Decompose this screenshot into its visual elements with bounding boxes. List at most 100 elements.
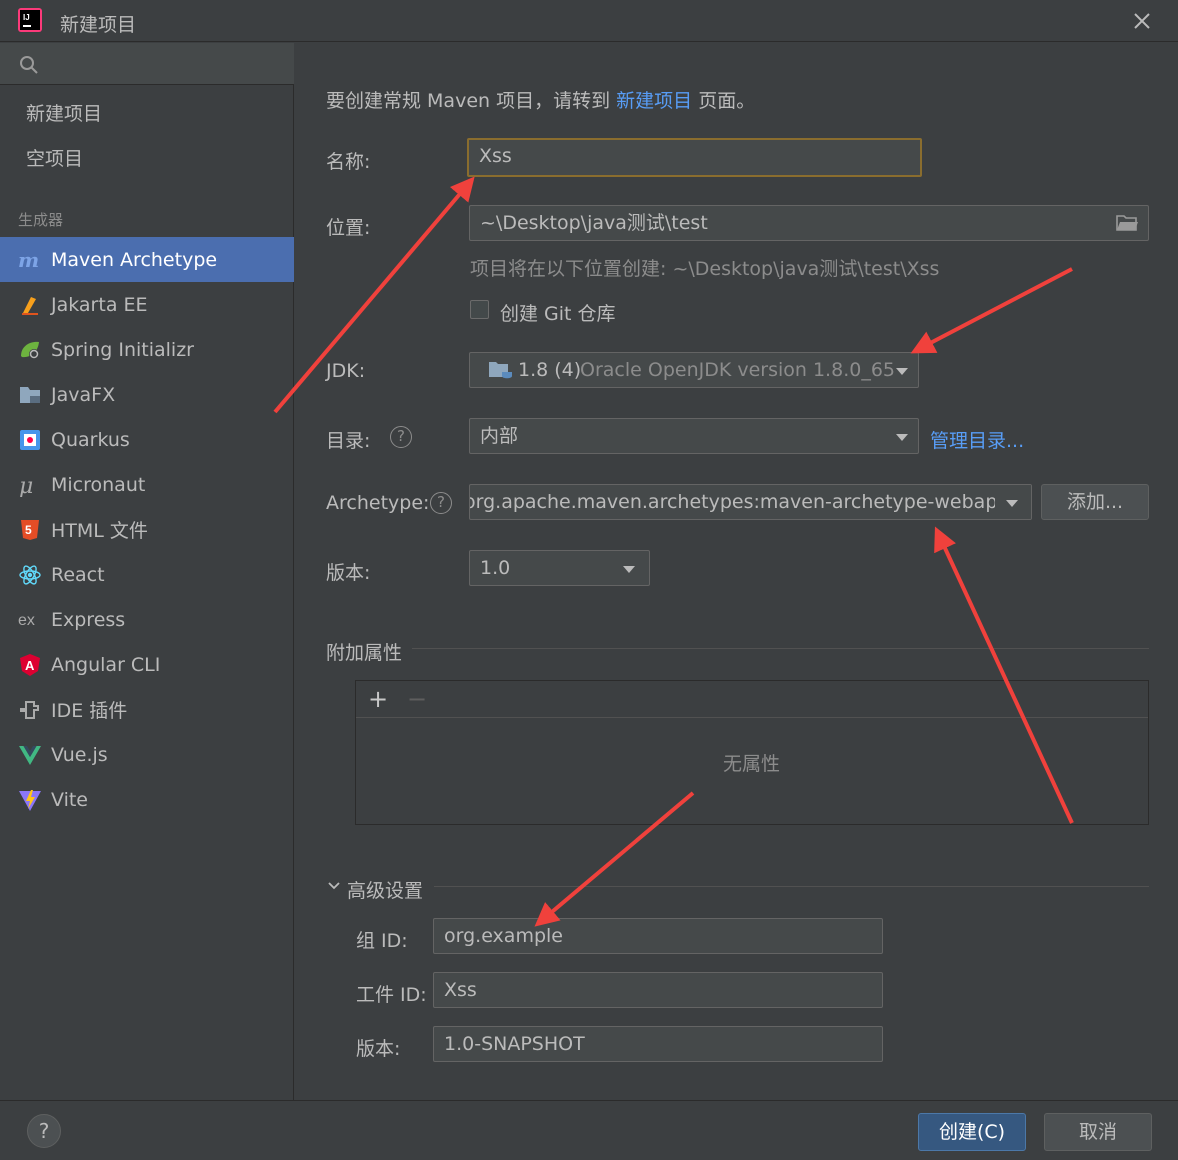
vite-icon	[19, 790, 41, 811]
sidebar-item-label: Spring Initializr	[51, 338, 194, 361]
angular-icon: A	[20, 654, 40, 676]
advanced-settings-heading[interactable]: 高级设置	[347, 876, 423, 903]
sidebar-item-label: React	[51, 563, 105, 586]
empty-properties-text: 无属性	[723, 753, 781, 775]
catalog-label: 目录:	[326, 430, 371, 452]
divider	[434, 886, 1149, 887]
spring-icon	[21, 341, 39, 359]
artifact-id-field[interactable]: Xss	[433, 972, 883, 1008]
html5-icon: 5	[21, 520, 39, 540]
create-button[interactable]: 创建(C)	[918, 1113, 1026, 1151]
location-field[interactable]: ~\Desktop\java测试\test	[469, 205, 1149, 241]
window-title: 新建项目	[60, 14, 137, 36]
svg-text:ex: ex	[18, 612, 35, 629]
sidebar-item-label: Vite	[51, 788, 88, 811]
location-value: ~\Desktop\java测试\test	[480, 212, 708, 234]
vue-icon	[19, 746, 41, 765]
sidebar-item-ide-plugin[interactable]: IDE 插件	[0, 687, 294, 732]
archetype-value: org.apache.maven.archetypes:maven-archet…	[469, 491, 1010, 513]
create-git-checkbox[interactable]	[470, 300, 489, 319]
remove-icon[interactable]: −	[407, 685, 427, 713]
main-panel: 要创建常规 Maven 项目，请转到 新建项目 页面。 名称: Xss 位置: …	[295, 43, 1178, 1100]
sidebar-item-vite[interactable]: Vite	[0, 777, 294, 822]
location-label: 位置:	[326, 217, 371, 239]
help-icon[interactable]: ?	[430, 492, 452, 514]
folder-icon[interactable]	[1116, 214, 1138, 232]
add-archetype-button[interactable]: 添加...	[1041, 484, 1149, 520]
maven-icon: m	[18, 248, 39, 272]
micronaut-icon: μ	[19, 474, 33, 497]
sidebar-item-label: Quarkus	[51, 428, 130, 451]
jdk-select[interactable]: 1.8 (4) Oracle OpenJDK version 1.8.0_65	[469, 352, 919, 388]
new-project-dialog: IJ 新建项目 新建项目 空项目 生成器 m Maven Archetype J…	[0, 0, 1178, 1160]
help-button[interactable]: ?	[27, 1114, 61, 1148]
jakarta-icon	[22, 297, 38, 315]
sidebar-item-angular-cli[interactable]: A Angular CLI	[0, 642, 294, 687]
quarkus-icon	[20, 430, 40, 450]
add-icon[interactable]: +	[368, 685, 388, 713]
additional-props-heading: 附加属性	[326, 642, 403, 664]
cancel-button[interactable]: 取消	[1044, 1113, 1152, 1151]
help-icon[interactable]: ?	[390, 426, 412, 448]
sidebar-item-spring-initializr[interactable]: Spring Initializr	[0, 327, 294, 372]
jdk-label: JDK:	[326, 360, 366, 382]
sidebar-item-label: Maven Archetype	[51, 248, 218, 271]
javafx-icon	[20, 387, 40, 403]
sidebar-item-html[interactable]: 5 HTML 文件	[0, 507, 294, 552]
search-input[interactable]	[0, 43, 294, 85]
svg-text:μ: μ	[19, 474, 33, 497]
plugin-icon	[20, 701, 39, 719]
sidebar-item-javafx[interactable]: JavaFX	[0, 372, 294, 417]
properties-table: + − 无属性	[355, 680, 1149, 825]
sidebar-item-jakarta-ee[interactable]: Jakarta EE	[0, 282, 294, 327]
create-git-label: 创建 Git 仓库	[500, 303, 616, 325]
hint-prefix: 要创建常规 Maven 项目，请转到	[326, 90, 617, 112]
sidebar-item-label: Micronaut	[51, 473, 146, 496]
name-field[interactable]: Xss	[467, 138, 922, 177]
svg-text:A: A	[25, 658, 35, 673]
artifact-id-label: 工件 ID:	[356, 984, 427, 1006]
chevron-down-icon	[896, 434, 908, 441]
catalog-select[interactable]: 内部	[469, 418, 919, 454]
svg-text:5: 5	[25, 523, 32, 537]
catalog-value: 内部	[480, 425, 519, 447]
title-bar: IJ 新建项目	[0, 0, 1178, 42]
intellij-icon: IJ	[18, 8, 42, 32]
sidebar-item-label: Vue.js	[51, 743, 108, 766]
sidebar: 新建项目 空项目 生成器 m Maven Archetype Jakarta E…	[0, 43, 294, 1100]
manage-catalogs-link[interactable]: 管理目录...	[930, 426, 1024, 453]
react-icon	[19, 565, 41, 585]
chevron-down-icon[interactable]	[327, 879, 341, 893]
new-project-link[interactable]: 新建项目	[616, 90, 692, 112]
chevron-down-icon	[1006, 500, 1018, 507]
sidebar-item-vuejs[interactable]: Vue.js	[0, 732, 294, 777]
version-value: 1.0	[480, 557, 511, 579]
adv-version-label: 版本:	[356, 1038, 401, 1060]
sidebar-item-label: JavaFX	[51, 383, 116, 406]
sidebar-item-label: Express	[51, 608, 126, 631]
sidebar-item-express[interactable]: ex Express	[0, 597, 294, 642]
adv-version-field[interactable]: 1.0-SNAPSHOT	[433, 1026, 883, 1062]
chevron-down-icon	[623, 566, 635, 573]
footer: ? 创建(C) 取消	[0, 1100, 1178, 1160]
name-label: 名称:	[326, 151, 371, 173]
sidebar-item-new-project[interactable]: 新建项目	[26, 99, 102, 126]
sidebar-item-empty-project[interactable]: 空项目	[26, 144, 83, 171]
group-id-field[interactable]: org.example	[433, 918, 883, 954]
express-icon: ex	[18, 612, 35, 629]
close-icon[interactable]	[1131, 10, 1153, 32]
generators-heading: 生成器	[18, 211, 64, 229]
search-icon	[20, 56, 38, 74]
hint-text: 要创建常规 Maven 项目，请转到 新建项目 页面。	[326, 86, 755, 113]
sidebar-item-quarkus[interactable]: Quarkus	[0, 417, 294, 462]
jdk-detail: Oracle OpenJDK version 1.8.0_65	[580, 359, 895, 381]
archetype-select[interactable]: org.apache.maven.archetypes:maven-archet…	[469, 484, 1032, 520]
sidebar-item-react[interactable]: React	[0, 552, 294, 597]
sidebar-item-maven-archetype[interactable]: m Maven Archetype	[0, 237, 294, 282]
sidebar-item-label: IDE 插件	[51, 700, 128, 722]
sidebar-item-label: HTML 文件	[51, 520, 148, 542]
sidebar-item-micronaut[interactable]: μ Micronaut	[0, 462, 294, 507]
chevron-down-icon	[896, 368, 908, 375]
version-select[interactable]: 1.0	[469, 550, 650, 586]
location-hint: 项目将在以下位置创建: ~\Desktop\java测试\test\Xss	[470, 258, 940, 280]
